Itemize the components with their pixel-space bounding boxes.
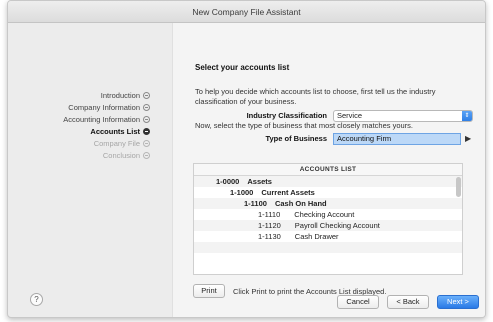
main-panel: Select your accounts list To help you de… xyxy=(172,23,485,317)
next-button[interactable]: Next > xyxy=(437,295,479,309)
list-item[interactable]: 1-1100 Cash On Hand xyxy=(194,198,462,209)
account-number: 1-1120 xyxy=(258,221,281,230)
account-name: Cash On Hand xyxy=(274,199,327,208)
list-item[interactable]: 1-1110 Checking Account xyxy=(194,209,462,220)
step-accounting-information[interactable]: Accounting Information xyxy=(63,115,150,124)
type-of-business-field[interactable]: Accounting Firm xyxy=(333,133,461,145)
type-prompt: Now, select the type of business that mo… xyxy=(195,121,414,130)
list-scrollbar[interactable] xyxy=(456,177,461,197)
list-item[interactable]: 1-1130 Cash Drawer xyxy=(194,231,462,242)
industry-label: Industry Classification xyxy=(246,111,327,120)
step-accounts-list[interactable]: Accounts List xyxy=(90,127,150,136)
list-item[interactable]: 1-1000 Current Assets xyxy=(194,187,462,198)
step-label: Introduction xyxy=(100,91,140,100)
list-item[interactable]: 1-1120 Payroll Checking Account xyxy=(194,220,462,231)
list-item-empty xyxy=(194,242,462,253)
intro-text: To help you decide which accounts list t… xyxy=(195,87,436,106)
window-title: New Company File Assistant xyxy=(8,1,485,23)
account-number: 1-1110 xyxy=(258,210,281,219)
accounts-list-header: ACCOUNTS LIST xyxy=(194,164,462,176)
industry-value: Service xyxy=(337,111,363,120)
accounts-list-rows: 1-0000 Assets 1-1000 Current Assets 1-1100… xyxy=(194,176,462,264)
step-label: Conclusion xyxy=(102,151,140,160)
account-name: Current Assets xyxy=(261,188,315,197)
help-icon[interactable]: ? xyxy=(30,293,43,306)
step-company-information[interactable]: Company Information xyxy=(68,103,150,112)
assistant-window: New Company File Assistant Introduction … xyxy=(7,0,486,318)
cancel-button[interactable]: Cancel xyxy=(337,295,379,309)
step-label: Accounting Information xyxy=(63,115,140,124)
account-number: 1-1100 xyxy=(244,199,267,208)
account-number: 1-1000 xyxy=(230,188,254,197)
account-number: 1-1130 xyxy=(258,232,281,241)
step-conclusion: Conclusion xyxy=(103,151,150,160)
step-introduction[interactable]: Introduction xyxy=(101,91,150,100)
step-label: Company File xyxy=(93,139,140,148)
step-status-icon xyxy=(143,140,150,147)
chevron-updown-icon: ⇕ xyxy=(462,111,472,121)
account-name: Checking Account xyxy=(294,210,355,219)
account-name: Cash Drawer xyxy=(294,232,339,241)
accounts-list[interactable]: ACCOUNTS LIST 1-0000 Assets 1-1000 Current… xyxy=(193,163,463,275)
step-status-icon xyxy=(143,116,150,123)
back-button[interactable]: < Back xyxy=(387,295,429,309)
steps-sidebar: Introduction Company Information Account… xyxy=(8,23,158,317)
step-label: Accounts List xyxy=(90,127,140,136)
list-item-empty xyxy=(194,253,462,264)
account-name: Payroll Checking Account xyxy=(294,221,380,230)
step-status-icon xyxy=(143,152,150,159)
step-company-file: Company File xyxy=(94,139,150,148)
step-status-icon xyxy=(143,128,150,135)
page-title: Select your accounts list xyxy=(195,63,290,72)
print-button[interactable]: Print xyxy=(193,284,225,298)
list-item[interactable]: 1-0000 Assets xyxy=(194,176,462,187)
type-label: Type of Business xyxy=(265,134,327,143)
step-status-icon xyxy=(143,104,150,111)
account-name: Assets xyxy=(247,177,272,186)
account-number: 1-0000 xyxy=(216,177,240,186)
step-status-icon xyxy=(143,92,150,99)
disclosure-arrow-icon[interactable]: ▶ xyxy=(465,134,471,143)
step-label: Company Information xyxy=(68,103,140,112)
